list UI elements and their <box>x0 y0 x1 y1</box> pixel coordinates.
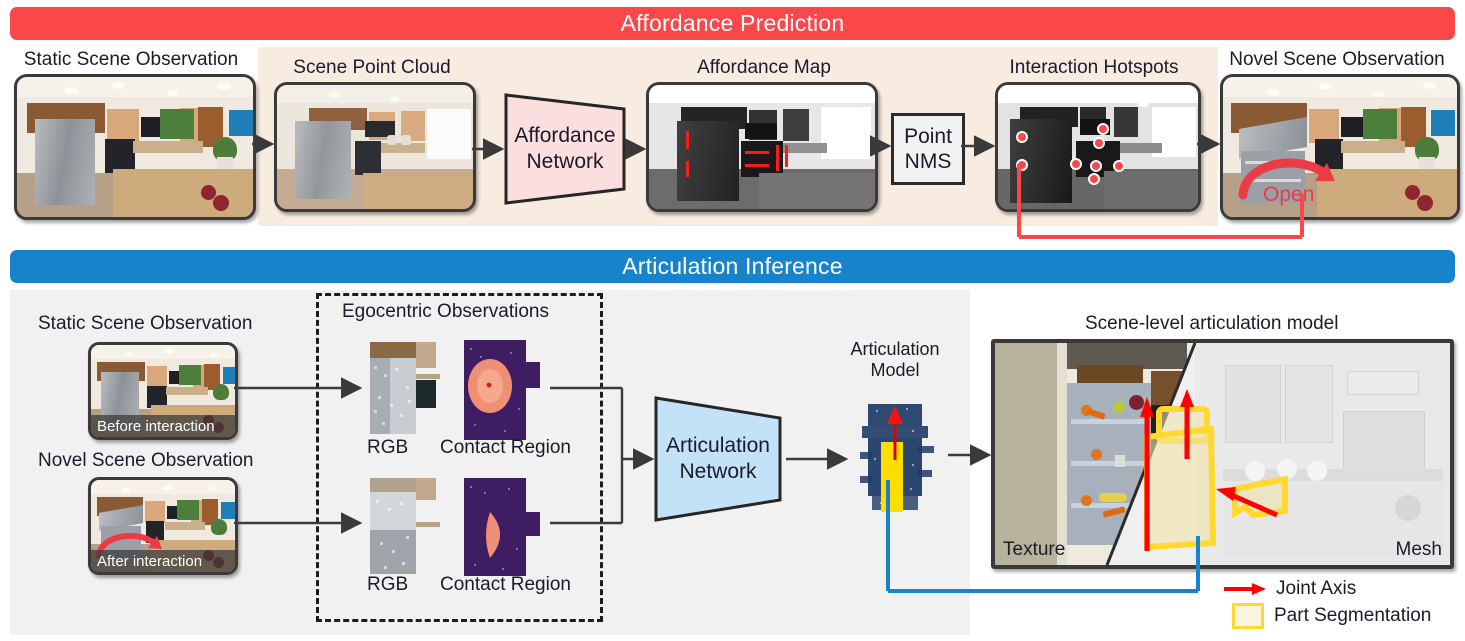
caption-interaction-hotspots: Interaction Hotspots <box>1009 57 1179 78</box>
image-affordance-map <box>646 82 878 212</box>
egocentric-rgb-pointcloud-2 <box>370 478 440 574</box>
scene-articulation-render <box>995 343 1450 565</box>
articulation-network-block: Articulation Network <box>654 396 782 522</box>
legend-item-part-segmentation: Part Segmentation <box>1222 602 1431 629</box>
badge-before-interaction: Before interaction <box>91 415 235 437</box>
affordance-section-title: Affordance Prediction <box>620 10 845 36</box>
label-contact-region-2: Contact Region <box>440 574 571 595</box>
badge-after-interaction: After interaction <box>91 550 235 572</box>
egocentric-contact-region-2 <box>464 478 540 576</box>
point-nms-block: Point NMS <box>891 113 965 185</box>
image-after-interaction: After interaction <box>88 477 238 575</box>
affordance-network-block: Affordance Network <box>504 93 626 205</box>
kitchen-scene-render <box>17 77 253 217</box>
label-contact-region-1: Contact Region <box>440 437 571 458</box>
joint-axis-arrow-icon <box>1222 582 1268 596</box>
egocentric-rgb-pointcloud-1 <box>370 342 440 434</box>
affordance-heat-overlay <box>686 131 788 177</box>
label-rgb-2: RGB <box>367 574 409 595</box>
point-nms-label: Point NMS <box>904 125 952 173</box>
legend-label-part-segmentation: Part Segmentation <box>1274 604 1432 626</box>
articulation-section-header: Articulation Inference <box>10 250 1455 283</box>
legend-label-joint-axis: Joint Axis <box>1276 577 1357 599</box>
open-label: Open <box>1263 183 1315 206</box>
label-mesh: Mesh <box>1395 539 1442 560</box>
image-novel-scene-observation: Open <box>1220 74 1460 220</box>
image-static-scene-observation <box>14 74 256 220</box>
label-rgb-1: RGB <box>367 437 409 458</box>
affordance-section-header: Affordance Prediction <box>10 7 1455 40</box>
caption-scene-level-articulation-model: Scene-level articulation model <box>1085 313 1339 334</box>
egocentric-contact-region-1 <box>464 340 540 440</box>
part-segmentation-overlay <box>1140 389 1288 551</box>
label-texture: Texture <box>1003 539 1066 560</box>
caption-static-scene-observation: Static Scene Observation <box>23 49 239 70</box>
point-cloud-render <box>277 85 473 209</box>
figure-legend: Joint Axis Part Segmentation <box>1222 575 1431 629</box>
part-segmentation-swatch-icon <box>1232 602 1264 629</box>
caption-novel-scene-observation: Novel Scene Observation <box>1229 49 1445 70</box>
image-scene-point-cloud <box>274 82 476 212</box>
figure-root: Affordance Prediction Static Scene Obser… <box>0 0 1465 641</box>
image-scene-level-articulation-model: Texture Mesh <box>991 339 1454 569</box>
caption-affordance-map: Affordance Map <box>697 57 831 78</box>
caption-egocentric-observations: Egocentric Observations <box>342 301 549 322</box>
articulation-network-label: Articulation Network <box>666 434 770 483</box>
legend-item-joint-axis: Joint Axis <box>1222 575 1431 602</box>
image-before-interaction: Before interaction <box>88 342 238 440</box>
caption-scene-point-cloud: Scene Point Cloud <box>293 57 451 78</box>
affordance-network-label: Affordance Network <box>514 124 616 173</box>
articulation-section-title: Articulation Inference <box>622 253 843 279</box>
caption-articulation-input-static: Static Scene Observation <box>38 313 253 334</box>
caption-articulation-model: Articulation Model <box>850 339 940 380</box>
open-action-arrow <box>1238 158 1335 200</box>
hotspot-markers <box>1016 123 1125 185</box>
image-interaction-hotspots <box>995 82 1201 212</box>
caption-articulation-input-novel: Novel Scene Observation <box>38 450 254 471</box>
articulation-model-pointcloud <box>860 404 934 512</box>
